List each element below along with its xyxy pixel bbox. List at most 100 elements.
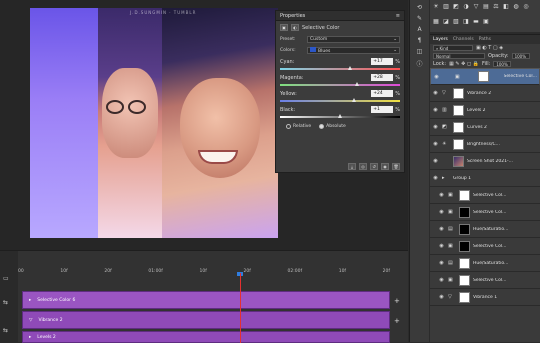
- layer-mask-thumbnail[interactable]: [453, 104, 464, 116]
- eye-icon[interactable]: ◉: [438, 260, 445, 266]
- photo-filter-icon[interactable]: ◍: [512, 2, 520, 10]
- slider-track[interactable]: [280, 82, 400, 86]
- color-balance-icon[interactable]: ⚖: [492, 2, 500, 10]
- layer-mask-thumbnail[interactable]: [453, 155, 464, 167]
- add-media-icon[interactable]: +: [394, 297, 400, 305]
- kind-filter-select[interactable]: ⌕ Kind: [433, 45, 473, 51]
- layer-mask-thumbnail[interactable]: [477, 71, 489, 82]
- opacity-field[interactable]: 100%: [511, 53, 530, 59]
- clip-to-layer-icon[interactable]: ⤓: [348, 163, 356, 170]
- layer-mask-thumbnail[interactable]: [459, 274, 470, 286]
- layer-mask-thumbnail[interactable]: [459, 206, 470, 218]
- character-icon[interactable]: A: [410, 26, 429, 33]
- timeline-ruler[interactable]: 00 10f 20f 01:00f 10f 20f 02:00f 10f 20f: [18, 269, 390, 277]
- layer-mask-thumbnail[interactable]: [459, 291, 470, 303]
- tab-layers[interactable]: Layers: [433, 37, 448, 42]
- blend-mode-select[interactable]: Normal: [433, 53, 485, 59]
- timeline-track[interactable]: ▽ Vibrance 2: [22, 311, 390, 329]
- panel-menu-icon[interactable]: ≡: [396, 13, 400, 19]
- layer-mask-thumbnail[interactable]: [453, 138, 464, 150]
- layer-row[interactable]: ◉ ▸ Group 1: [430, 170, 540, 187]
- slider-knob[interactable]: [352, 98, 357, 102]
- layer-row[interactable]: ◉ ☀ Brightness/C...: [430, 136, 540, 153]
- add-media-icon-2[interactable]: +: [394, 317, 400, 325]
- layer-row[interactable]: ◉ ▣ Selective Col...: [430, 238, 540, 255]
- layer-mask-thumbnail[interactable]: [453, 87, 464, 99]
- slider-knob[interactable]: [354, 82, 359, 86]
- view-previous-icon[interactable]: ◎: [359, 163, 367, 170]
- disclosure-icon[interactable]: ▸: [29, 335, 31, 340]
- vibrance-icon[interactable]: ▽: [472, 2, 480, 10]
- layer-mask-thumbnail[interactable]: [459, 189, 470, 201]
- info-icon[interactable]: ⓘ: [410, 59, 429, 68]
- colors-select[interactable]: Blues ⌄: [307, 47, 400, 54]
- layer-row[interactable]: ◉ ▽ Vibrance 2: [430, 85, 540, 102]
- color-lookup-icon[interactable]: ▦: [432, 17, 440, 25]
- eye-icon[interactable]: ◉: [432, 124, 439, 130]
- layer-row[interactable]: ◉ ▣ Selective Col...: [430, 272, 540, 289]
- eye-icon[interactable]: ◉: [432, 90, 439, 96]
- layer-row[interactable]: ◉ ▤ Hue/Saturatio...: [430, 255, 540, 272]
- layer-mask-thumbnail[interactable]: [459, 240, 470, 252]
- layer-row[interactable]: ◉ ▣ Selective Col...: [430, 187, 540, 204]
- layer-mask-thumbnail[interactable]: [459, 257, 470, 269]
- visibility-icon[interactable]: ◉: [381, 163, 389, 170]
- slider-knob[interactable]: [338, 114, 342, 118]
- lock-icons[interactable]: ▦ ✎ ✥ ◻ 🔒: [449, 61, 479, 67]
- eye-icon[interactable]: ◉: [438, 209, 445, 215]
- invert-icon[interactable]: ◪: [442, 17, 450, 25]
- eye-icon[interactable]: ◉: [432, 107, 439, 113]
- slider-knob[interactable]: [347, 66, 352, 70]
- slider-track[interactable]: [280, 114, 400, 118]
- layer-mask-thumbnail[interactable]: [453, 121, 464, 133]
- disclosure-icon[interactable]: ▸: [29, 298, 31, 303]
- layer-row[interactable]: ◉ ▤ Hue/Saturatio...: [430, 221, 540, 238]
- layer-row[interactable]: ◉ Screen Shot 2021-...: [430, 153, 540, 170]
- preset-select[interactable]: Custom ⌄: [307, 36, 400, 43]
- render-video-icon[interactable]: ▭: [3, 275, 9, 282]
- mask-icon[interactable]: ◐: [291, 24, 299, 31]
- trash-icon[interactable]: 🗑: [392, 163, 400, 170]
- eye-icon[interactable]: ◉: [433, 74, 440, 80]
- layer-row[interactable]: ◉ ◩ Curves 2: [430, 119, 540, 136]
- timeline-track[interactable]: ▸ Selective Color 6: [22, 291, 390, 309]
- layers-tool-icon[interactable]: ◫: [410, 48, 429, 55]
- eye-icon[interactable]: ◉: [438, 277, 445, 283]
- absolute-radio[interactable]: Absolute: [319, 124, 346, 129]
- layer-mask-thumbnail[interactable]: [459, 223, 470, 235]
- paragraph-icon[interactable]: ¶: [410, 37, 429, 44]
- reset-icon[interactable]: ↺: [370, 163, 378, 170]
- eye-icon[interactable]: ◉: [432, 175, 439, 181]
- gradient-map-icon[interactable]: ▬: [472, 17, 480, 25]
- exposure-icon[interactable]: ◑: [462, 2, 470, 10]
- brightness-icon[interactable]: ☀: [432, 2, 440, 10]
- layer-row[interactable]: ◉ ▣ Selective Col...: [430, 68, 540, 85]
- yellow-value-field[interactable]: +24: [371, 90, 394, 97]
- track-options-icon-2[interactable]: ⇆: [3, 327, 8, 334]
- black-value-field[interactable]: +1: [371, 106, 394, 113]
- black-white-icon[interactable]: ◧: [502, 2, 510, 10]
- layer-row[interactable]: ◉ ▣ Selective Col...: [430, 204, 540, 221]
- selective-color-adj-icon[interactable]: ▣: [482, 17, 490, 25]
- eye-icon[interactable]: ◉: [438, 192, 445, 198]
- curves-icon[interactable]: ◩: [452, 2, 460, 10]
- timeline-track[interactable]: ▸ Levels 2: [22, 331, 390, 343]
- levels-icon[interactable]: ▥: [442, 2, 450, 10]
- slider-track[interactable]: [280, 98, 400, 102]
- layer-row[interactable]: ◉ ▽ Vibrance 1: [430, 289, 540, 306]
- layer-row[interactable]: ◉ ▥ Levels 2: [430, 102, 540, 119]
- history-icon[interactable]: ⟲: [410, 4, 429, 11]
- relative-radio[interactable]: Relative: [286, 124, 311, 129]
- hue-saturation-icon[interactable]: ▤: [482, 2, 490, 10]
- filter-icons[interactable]: ▣ ◐ T ▢ ◈: [476, 45, 503, 51]
- track-options-icon[interactable]: ⇆: [3, 299, 8, 306]
- eye-icon[interactable]: ◉: [432, 141, 439, 147]
- tab-paths[interactable]: Paths: [479, 37, 491, 42]
- eye-icon[interactable]: ◉: [432, 158, 439, 164]
- slider-track[interactable]: [280, 66, 400, 70]
- fill-field[interactable]: 100%: [493, 61, 512, 67]
- eye-icon[interactable]: ◉: [438, 226, 445, 232]
- channel-mixer-icon[interactable]: ◎: [522, 2, 530, 10]
- brush-icon[interactable]: ✎: [410, 15, 429, 22]
- tab-channels[interactable]: Channels: [453, 37, 474, 42]
